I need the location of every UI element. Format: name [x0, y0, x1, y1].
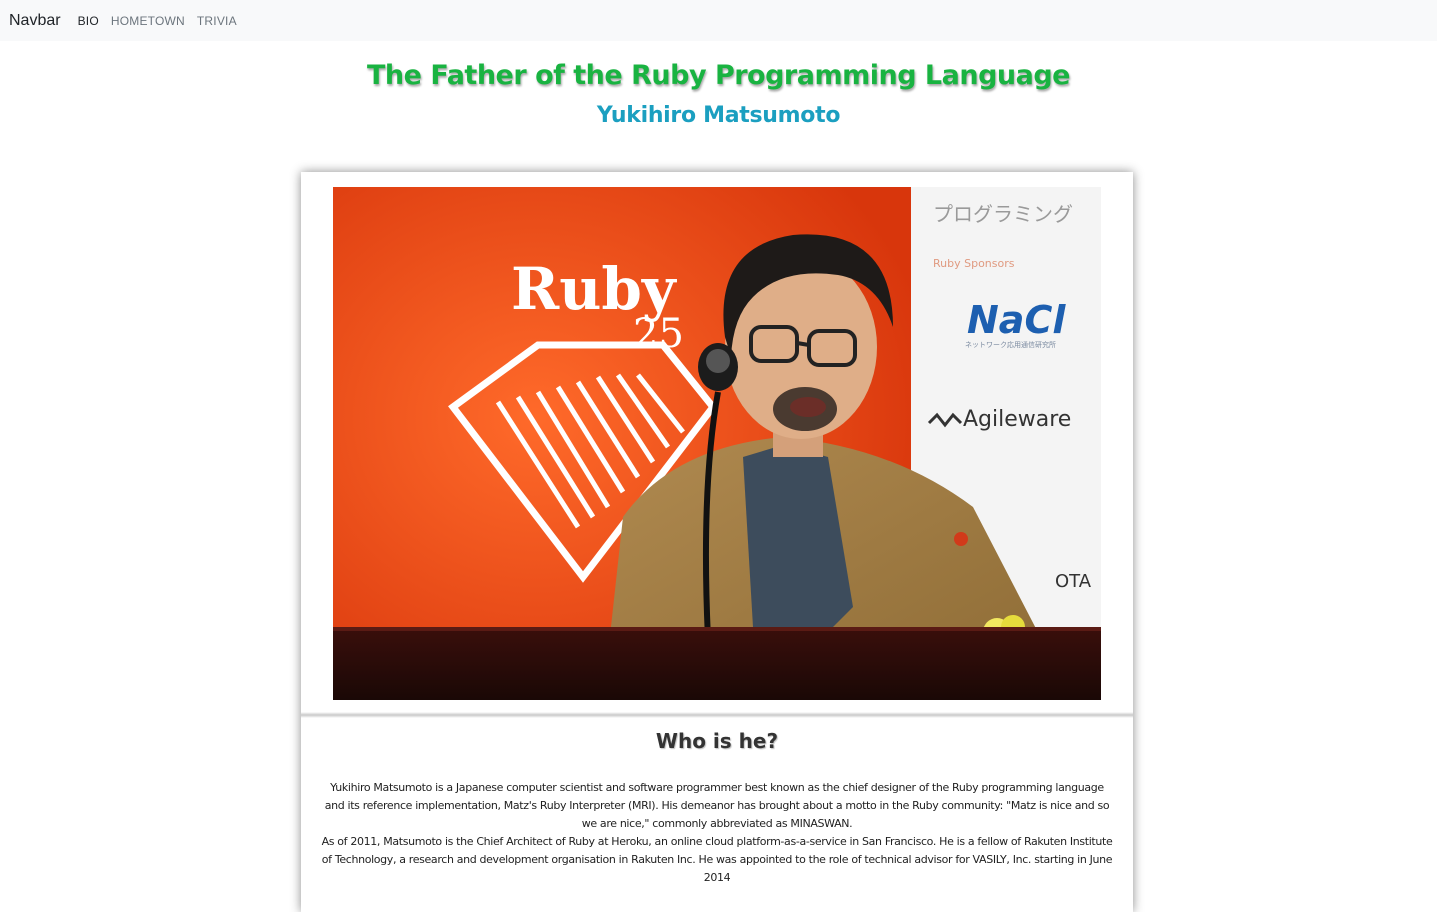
- banner-25-text: 25: [633, 311, 684, 357]
- bio-card: Ruby 25 プログラミング Ruby Sponsors NaCl ネットワー…: [301, 172, 1133, 912]
- page-subtitle: Yukihiro Matsumoto: [596, 103, 841, 128]
- sponsor-nacl-sub-text: ネットワーク応用通信研究所: [965, 340, 1056, 349]
- navbar: Navbar BIO HOMETOWN TRIVIA: [0, 0, 1437, 41]
- sponsor-partial-text: OTA: [1055, 571, 1092, 592]
- card-heading: Who is he?: [655, 729, 779, 753]
- nav-link-trivia[interactable]: TRIVIA: [197, 14, 237, 28]
- nav-link-bio[interactable]: BIO: [78, 14, 99, 28]
- nav-link-hometown[interactable]: HOMETOWN: [111, 14, 185, 28]
- podium: [333, 627, 1101, 700]
- card-divider: [301, 712, 1133, 718]
- bio-text: Yukihiro Matsumoto is a Japanese compute…: [319, 779, 1115, 887]
- bio-paragraph-1: Yukihiro Matsumoto is a Japanese compute…: [324, 781, 1110, 830]
- sponsor-agileware-text: Agileware: [963, 407, 1071, 432]
- bio-paragraph-2: As of 2011, Matsumoto is the Chief Archi…: [321, 835, 1113, 884]
- sponsor-nacl-text: NaCl: [967, 298, 1066, 342]
- portrait-photo: Ruby 25 プログラミング Ruby Sponsors NaCl ネットワー…: [333, 187, 1101, 700]
- portrait-photo-graphic: Ruby 25 プログラミング Ruby Sponsors NaCl ネットワー…: [333, 187, 1101, 700]
- sponsor-label-text: Ruby Sponsors: [933, 257, 1015, 270]
- sponsor-jp-text: プログラミング: [933, 202, 1073, 226]
- page-title: The Father of the Ruby Programming Langu…: [366, 60, 1071, 91]
- navbar-brand[interactable]: Navbar: [9, 12, 61, 30]
